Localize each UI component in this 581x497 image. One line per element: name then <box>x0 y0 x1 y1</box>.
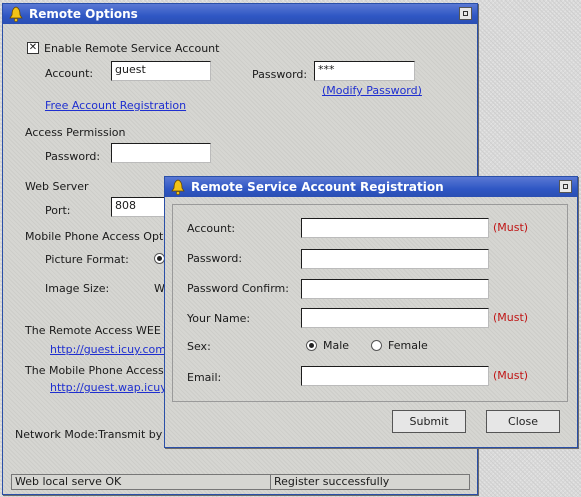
password-field[interactable]: *** <box>314 61 415 81</box>
checkbox-x-mark: ✕ <box>28 42 38 53</box>
remote-web-label: The Remote Access WEE <box>25 324 161 337</box>
reg-account-label: Account: <box>187 222 236 235</box>
reg-sex-label: Sex: <box>187 340 211 353</box>
network-mode-text: Network Mode:Transmit by Se <box>15 428 180 441</box>
registration-dialog: Remote Service Account Registration Acco… <box>164 176 578 448</box>
access-permission-heading: Access Permission <box>25 126 126 139</box>
bell-icon <box>9 6 23 22</box>
sex-male-radio[interactable] <box>306 340 317 351</box>
password-label: Password: <box>252 68 308 81</box>
mobile-access-heading: Mobile Phone Access Options <box>25 230 186 243</box>
port-label: Port: <box>45 204 71 217</box>
reg-name-field[interactable] <box>301 308 489 328</box>
picture-format-label: Picture Format: <box>45 253 129 266</box>
dialog-title: Remote Service Account Registration <box>191 180 444 194</box>
submit-button[interactable]: Submit <box>392 410 466 433</box>
account-label: Account: <box>45 67 94 80</box>
sex-male-label: Male <box>323 339 350 352</box>
access-password-field[interactable] <box>111 143 211 163</box>
web-server-heading: Web Server <box>25 180 89 193</box>
reg-account-field[interactable] <box>301 218 489 238</box>
sex-female-radio[interactable] <box>371 340 382 351</box>
reg-password-confirm-field[interactable] <box>301 279 489 299</box>
sex-female-label: Female <box>388 339 428 352</box>
modify-password-link[interactable]: (Modify Password) <box>322 84 422 97</box>
remote-web-link[interactable]: http://guest.icuy.com:8 <box>50 343 177 356</box>
mobile-web-link[interactable]: http://guest.wap.icuy.c <box>50 381 175 394</box>
bell-icon <box>171 179 185 195</box>
account-field[interactable]: guest <box>111 61 211 81</box>
access-password-label: Password: <box>45 150 101 163</box>
enable-remote-label: Enable Remote Service Account <box>44 42 220 55</box>
reg-password-label: Password: <box>187 252 243 265</box>
window-title: Remote Options <box>29 7 138 21</box>
reg-account-must: (Must) <box>493 221 529 234</box>
enable-remote-checkbox[interactable]: ✕ <box>27 42 39 54</box>
reg-name-must: (Must) <box>493 311 529 324</box>
reg-email-label: Email: <box>187 371 222 384</box>
reg-name-label: Your Name: <box>187 312 251 325</box>
mobile-web-label: The Mobile Phone Access WE <box>25 364 186 377</box>
image-size-label: Image Size: <box>45 282 110 295</box>
restore-button[interactable] <box>459 7 472 20</box>
free-registration-link[interactable]: Free Account Registration <box>45 99 186 112</box>
close-button[interactable]: Close <box>486 410 560 433</box>
registration-titlebar[interactable]: Remote Service Account Registration <box>165 177 577 197</box>
remote-options-titlebar[interactable]: Remote Options <box>3 4 477 24</box>
port-field[interactable]: 808 <box>111 197 171 217</box>
reg-email-must: (Must) <box>493 369 529 382</box>
restore-button[interactable] <box>559 180 572 193</box>
reg-email-field[interactable] <box>301 366 489 386</box>
status-left: Web local serve OK <box>11 474 273 490</box>
reg-password-field[interactable] <box>301 249 489 269</box>
status-right: Register successfully <box>270 474 470 490</box>
reg-password-confirm-label: Password Confirm: <box>187 282 289 295</box>
